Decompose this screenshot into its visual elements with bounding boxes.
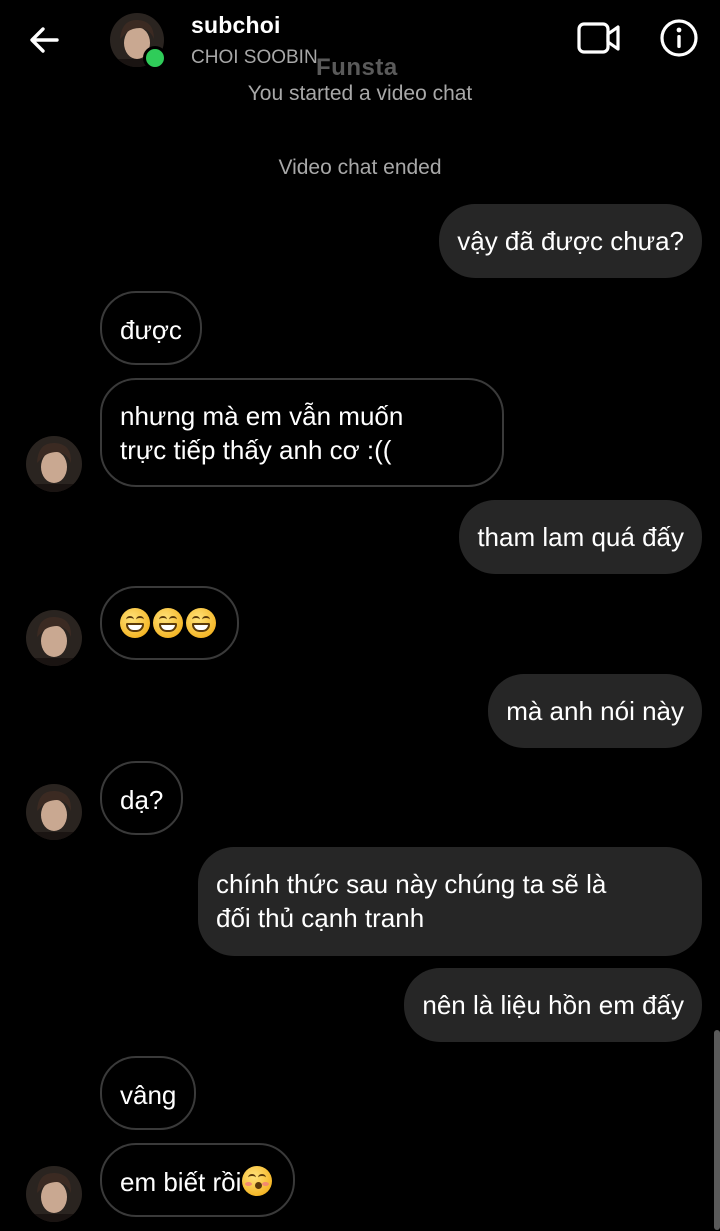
scrollbar[interactable] [714,1030,720,1230]
kissing-face-emoji-icon [242,1166,273,1196]
message-text-line: chính thức sau này chúng ta sẽ là [216,869,607,899]
app-watermark: Funsta [316,54,398,81]
received-message-bubble[interactable]: em biết rồi [100,1143,296,1217]
grinning-face-emoji-icon [186,608,216,638]
received-message-bubble[interactable]: nhưng mà em vẫn muốn trực tiếp thấy anh … [100,378,504,487]
message-text: vậy đã được chưa? [457,226,684,256]
conversation-info-button[interactable] [656,16,702,60]
sender-avatar[interactable] [26,784,82,840]
received-message-bubble[interactable]: dạ? [100,761,184,835]
sent-message-bubble[interactable]: nên là liệu hồn em đấy [404,968,702,1042]
message-text: mà anh nói này [506,696,684,726]
online-status-dot [143,46,167,70]
message-text-line: đối thủ cạnh tranh [216,903,425,933]
message-text: vâng [120,1080,177,1110]
sender-avatar[interactable] [26,610,82,666]
message-text-line: nhưng mà em vẫn muốn [120,401,404,431]
message-text-line: trực tiếp thấy anh cơ :(( [120,435,392,465]
message-text: tham lam quá đấy [477,522,684,552]
message-text: em biết rồi [120,1167,242,1197]
received-message-bubble[interactable]: được [100,291,202,365]
message-text: nên là liệu hồn em đấy [422,990,684,1020]
sent-message-bubble[interactable]: tham lam quá đấy [459,500,702,574]
dm-thread-screen: subchoi CHOI SOOBIN Funsta You started a… [0,0,720,1231]
sender-avatar[interactable] [26,436,82,492]
grinning-face-emoji-icon [120,608,150,638]
system-message-video-ended: Video chat ended [278,156,442,179]
sent-message-bubble[interactable]: vậy đã được chưa? [439,204,702,278]
info-circle-icon [660,19,698,57]
received-message-bubble[interactable]: vâng [100,1056,197,1130]
profile-photo [26,1166,82,1222]
video-call-button[interactable] [574,16,624,60]
message-text: dạ? [120,785,164,815]
arrow-left-icon [30,27,59,53]
system-message-video-started: You started a video chat [247,82,473,105]
sender-avatar[interactable] [26,1166,82,1222]
profile-photo [26,784,82,840]
message-text: được [120,315,182,345]
contact-username[interactable]: subchoi [191,12,281,39]
received-message-bubble[interactable] [100,586,239,660]
profile-photo [26,436,82,492]
sent-message-bubble[interactable]: mà anh nói này [488,674,702,748]
contact-full-name: CHOI SOOBIN [191,47,318,68]
video-camera-icon [577,22,620,54]
profile-photo [26,610,82,666]
back-button[interactable] [22,18,66,62]
sent-message-bubble[interactable]: chính thức sau này chúng ta sẽ là đối th… [198,847,702,956]
grinning-face-emoji-icon [153,608,183,638]
